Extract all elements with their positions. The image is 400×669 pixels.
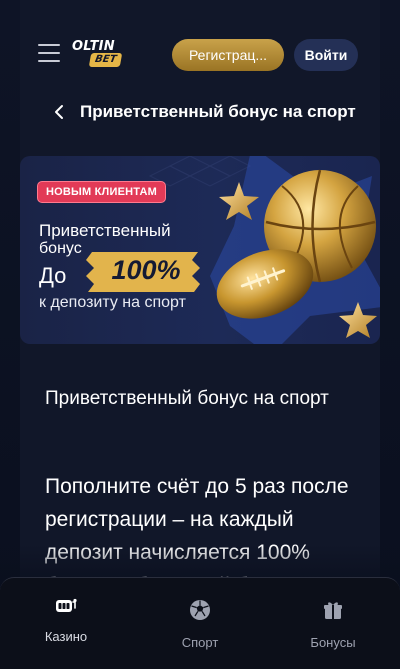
top-header: OLTIN BET Регистрац... Войти (20, 30, 380, 80)
oltinbet-logo[interactable]: OLTIN BET (72, 39, 130, 69)
login-button[interactable]: Войти (294, 39, 358, 71)
nav-label-bonuses: Бонусы (310, 635, 356, 650)
page: OLTIN BET Регистрац... Войти Приветствен… (0, 0, 400, 669)
register-button[interactable]: Регистрац... (172, 39, 284, 71)
banner-upto: До (39, 263, 67, 288)
article-heading: Приветственный бонус на спорт (45, 388, 329, 409)
banner-percent: 100% (111, 255, 181, 285)
back-chevron-icon[interactable] (50, 102, 70, 122)
promo-banner: НОВЫМ КЛИЕНТАМ Приветственный бонус До 1… (20, 156, 380, 344)
page-title: Приветственный бонус на спорт (80, 102, 356, 121)
nav-item-sport[interactable]: Спорт (140, 578, 260, 669)
nav-label-casino: Казино (44, 629, 88, 644)
logo-text-bottom: BET (88, 53, 123, 67)
hamburger-menu-icon[interactable] (38, 44, 60, 62)
banner-title-line2: бонус (39, 240, 82, 257)
bottom-navigation: Казино Спорт Бонусы (0, 577, 400, 669)
slot-machine-icon (54, 594, 78, 618)
nav-item-bonuses[interactable]: Бонусы (273, 578, 393, 669)
banner-subtitle: к депозиту на спорт (39, 294, 186, 311)
banner-percent-box: 100% (88, 250, 204, 290)
new-clients-badge: НОВЫМ КЛИЕНТАМ (37, 181, 166, 203)
nav-item-casino[interactable]: Казино (6, 578, 126, 669)
gift-icon (321, 598, 345, 622)
nav-label-sport: Спорт (181, 635, 219, 650)
soccer-ball-icon (188, 598, 212, 622)
page-title-row: Приветственный бонус на спорт (20, 92, 380, 132)
logo-text-top: OLTIN (72, 39, 115, 54)
banner-title-line1: Приветственный (39, 221, 171, 240)
